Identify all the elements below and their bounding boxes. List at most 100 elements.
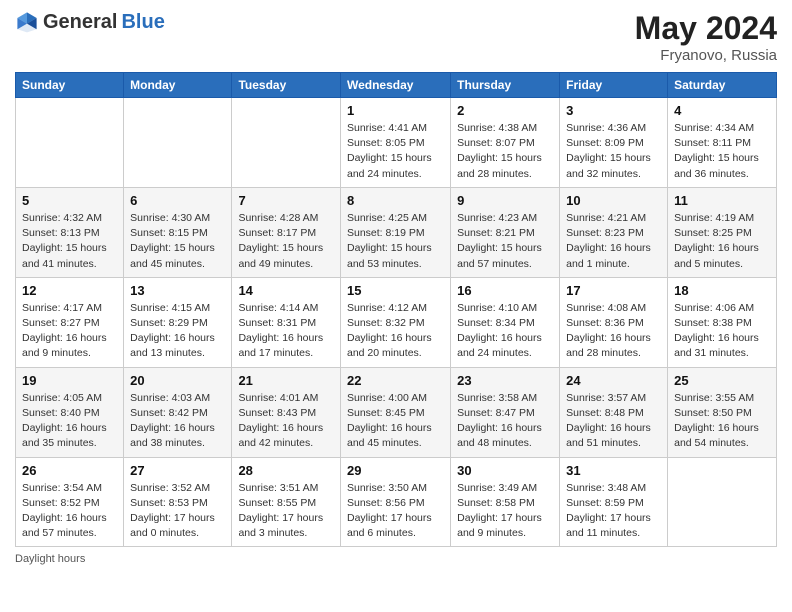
header-cell-monday: Monday: [124, 73, 232, 98]
header-cell-sunday: Sunday: [16, 73, 124, 98]
header-cell-saturday: Saturday: [668, 73, 777, 98]
header: General Blue May 2024 Fryanovo, Russia: [15, 10, 777, 64]
cell-detail: Sunrise: 4:14 AM Sunset: 8:31 PM Dayligh…: [238, 301, 334, 362]
calendar-cell: 30 Sunrise: 3:49 AM Sunset: 8:58 PM Dayli…: [451, 457, 560, 547]
logo-general: General: [43, 11, 117, 34]
calendar-cell: 26 Sunrise: 3:54 AM Sunset: 8:52 PM Dayli…: [16, 457, 124, 547]
page: General Blue May 2024 Fryanovo, Russia S…: [0, 0, 792, 612]
calendar-cell: 9 Sunrise: 4:23 AM Sunset: 8:21 PM Daylig…: [451, 187, 560, 277]
cell-detail: Sunrise: 4:10 AM Sunset: 8:34 PM Dayligh…: [457, 301, 553, 362]
calendar-cell: 17Sunrise: 4:08 AM Sunset: 8:36 PM Dayli…: [560, 277, 668, 367]
calendar-body: 1 Sunrise: 4:41 AM Sunset: 8:05 PM Daylig…: [16, 98, 777, 547]
cell-day-number: 10: [566, 193, 661, 208]
calendar-cell: 3Sunrise: 4:36 AM Sunset: 8:09 PM Daylig…: [560, 98, 668, 188]
calendar-cell: 16 Sunrise: 4:10 AM Sunset: 8:34 PM Dayli…: [451, 277, 560, 367]
cell-detail: Sunrise: 4:34 AM Sunset: 8:11 PM Dayligh…: [674, 121, 770, 182]
cell-detail: Sunrise: 4:03 AM Sunset: 8:42 PM Dayligh…: [130, 391, 225, 452]
cell-detail: Sunrise: 4:23 AM Sunset: 8:21 PM Dayligh…: [457, 211, 553, 272]
cell-day-number: 13: [130, 283, 225, 298]
cell-day-number: 20: [130, 373, 225, 388]
calendar-cell: 4Sunrise: 4:34 AM Sunset: 8:11 PM Daylig…: [668, 98, 777, 188]
calendar-cell: 11 Sunrise: 4:19 AM Sunset: 8:25 PM Dayli…: [668, 187, 777, 277]
cell-detail: Sunrise: 4:05 AM Sunset: 8:40 PM Dayligh…: [22, 391, 117, 452]
cell-day-number: 29: [347, 463, 444, 478]
cell-day-number: 23: [457, 373, 553, 388]
calendar-week-2: 5Sunrise: 4:32 AM Sunset: 8:13 PM Daylig…: [16, 187, 777, 277]
cell-day-number: 17: [566, 283, 661, 298]
cell-day-number: 11: [674, 193, 770, 208]
cell-day-number: 31: [566, 463, 661, 478]
cell-detail: Sunrise: 3:58 AM Sunset: 8:47 PM Dayligh…: [457, 391, 553, 452]
cell-day-number: 14: [238, 283, 334, 298]
header-cell-thursday: Thursday: [451, 73, 560, 98]
cell-detail: Sunrise: 3:54 AM Sunset: 8:52 PM Dayligh…: [22, 481, 117, 542]
cell-day-number: 9: [457, 193, 553, 208]
cell-detail: Sunrise: 4:12 AM Sunset: 8:32 PM Dayligh…: [347, 301, 444, 362]
calendar-cell: [232, 98, 341, 188]
logo: General Blue: [15, 10, 165, 34]
cell-detail: Sunrise: 4:01 AM Sunset: 8:43 PM Dayligh…: [238, 391, 334, 452]
cell-detail: Sunrise: 3:52 AM Sunset: 8:53 PM Dayligh…: [130, 481, 225, 542]
cell-detail: Sunrise: 4:25 AM Sunset: 8:19 PM Dayligh…: [347, 211, 444, 272]
calendar-cell: 5Sunrise: 4:32 AM Sunset: 8:13 PM Daylig…: [16, 187, 124, 277]
cell-day-number: 25: [674, 373, 770, 388]
cell-day-number: 22: [347, 373, 444, 388]
cell-day-number: 27: [130, 463, 225, 478]
cell-detail: Sunrise: 3:50 AM Sunset: 8:56 PM Dayligh…: [347, 481, 444, 542]
cell-day-number: 1: [347, 103, 444, 118]
calendar-week-4: 19 Sunrise: 4:05 AM Sunset: 8:40 PM Dayli…: [16, 367, 777, 457]
calendar-cell: 10 Sunrise: 4:21 AM Sunset: 8:23 PM Dayli…: [560, 187, 668, 277]
calendar-cell: 15 Sunrise: 4:12 AM Sunset: 8:32 PM Dayli…: [340, 277, 450, 367]
calendar-cell: 18 Sunrise: 4:06 AM Sunset: 8:38 PM Dayli…: [668, 277, 777, 367]
page-location: Fryanovo, Russia: [635, 47, 777, 64]
calendar-table: SundayMondayTuesdayWednesdayThursdayFrid…: [15, 72, 777, 547]
calendar-header: SundayMondayTuesdayWednesdayThursdayFrid…: [16, 73, 777, 98]
cell-detail: Sunrise: 4:41 AM Sunset: 8:05 PM Dayligh…: [347, 121, 444, 182]
cell-day-number: 15: [347, 283, 444, 298]
calendar-cell: 27 Sunrise: 3:52 AM Sunset: 8:53 PM Dayli…: [124, 457, 232, 547]
calendar-cell: 25Sunrise: 3:55 AM Sunset: 8:50 PM Dayli…: [668, 367, 777, 457]
cell-day-number: 26: [22, 463, 117, 478]
header-cell-wednesday: Wednesday: [340, 73, 450, 98]
calendar-week-1: 1 Sunrise: 4:41 AM Sunset: 8:05 PM Daylig…: [16, 98, 777, 188]
calendar-cell: [16, 98, 124, 188]
cell-detail: Sunrise: 4:17 AM Sunset: 8:27 PM Dayligh…: [22, 301, 117, 362]
calendar-cell: 21 Sunrise: 4:01 AM Sunset: 8:43 PM Dayli…: [232, 367, 341, 457]
calendar-week-3: 12 Sunrise: 4:17 AM Sunset: 8:27 PM Dayli…: [16, 277, 777, 367]
calendar-cell: 1 Sunrise: 4:41 AM Sunset: 8:05 PM Daylig…: [340, 98, 450, 188]
calendar-cell: 6 Sunrise: 4:30 AM Sunset: 8:15 PM Daylig…: [124, 187, 232, 277]
logo-icon: [15, 10, 39, 34]
calendar-cell: 19 Sunrise: 4:05 AM Sunset: 8:40 PM Dayli…: [16, 367, 124, 457]
cell-detail: Sunrise: 3:49 AM Sunset: 8:58 PM Dayligh…: [457, 481, 553, 542]
header-row: SundayMondayTuesdayWednesdayThursdayFrid…: [16, 73, 777, 98]
cell-day-number: 19: [22, 373, 117, 388]
cell-day-number: 12: [22, 283, 117, 298]
calendar-cell: 2 Sunrise: 4:38 AM Sunset: 8:07 PM Daylig…: [451, 98, 560, 188]
calendar-cell: 12 Sunrise: 4:17 AM Sunset: 8:27 PM Dayli…: [16, 277, 124, 367]
calendar-cell: 22Sunrise: 4:00 AM Sunset: 8:45 PM Dayli…: [340, 367, 450, 457]
header-cell-tuesday: Tuesday: [232, 73, 341, 98]
cell-day-number: 7: [238, 193, 334, 208]
cell-detail: Sunrise: 4:19 AM Sunset: 8:25 PM Dayligh…: [674, 211, 770, 272]
calendar-cell: [124, 98, 232, 188]
cell-day-number: 21: [238, 373, 334, 388]
cell-detail: Sunrise: 4:06 AM Sunset: 8:38 PM Dayligh…: [674, 301, 770, 362]
calendar-cell: [668, 457, 777, 547]
cell-day-number: 30: [457, 463, 553, 478]
calendar-cell: 24Sunrise: 3:57 AM Sunset: 8:48 PM Dayli…: [560, 367, 668, 457]
calendar-cell: 29 Sunrise: 3:50 AM Sunset: 8:56 PM Dayli…: [340, 457, 450, 547]
header-cell-friday: Friday: [560, 73, 668, 98]
cell-day-number: 16: [457, 283, 553, 298]
cell-detail: Sunrise: 4:38 AM Sunset: 8:07 PM Dayligh…: [457, 121, 553, 182]
cell-detail: Sunrise: 3:51 AM Sunset: 8:55 PM Dayligh…: [238, 481, 334, 542]
cell-day-number: 2: [457, 103, 553, 118]
cell-detail: Sunrise: 4:30 AM Sunset: 8:15 PM Dayligh…: [130, 211, 225, 272]
cell-day-number: 6: [130, 193, 225, 208]
calendar-cell: 20 Sunrise: 4:03 AM Sunset: 8:42 PM Dayli…: [124, 367, 232, 457]
cell-day-number: 3: [566, 103, 661, 118]
cell-day-number: 28: [238, 463, 334, 478]
cell-detail: Sunrise: 3:48 AM Sunset: 8:59 PM Dayligh…: [566, 481, 661, 542]
cell-day-number: 18: [674, 283, 770, 298]
calendar-cell: 31 Sunrise: 3:48 AM Sunset: 8:59 PM Dayli…: [560, 457, 668, 547]
cell-detail: Sunrise: 4:21 AM Sunset: 8:23 PM Dayligh…: [566, 211, 661, 272]
